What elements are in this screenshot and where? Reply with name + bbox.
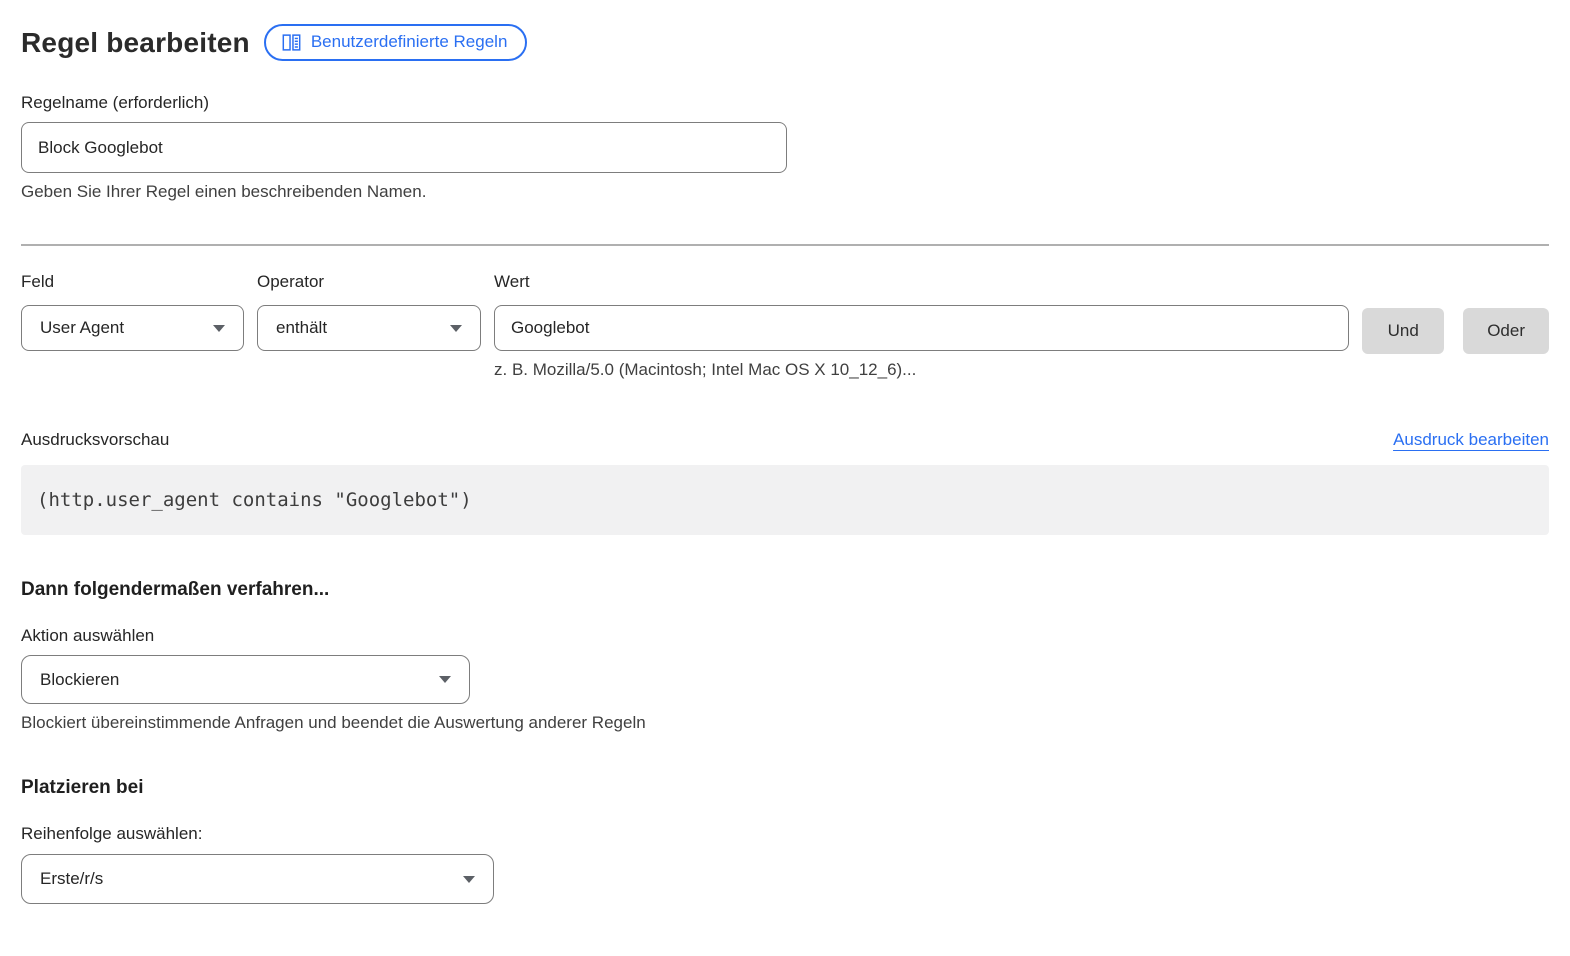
page-header: Regel bearbeiten Benutzerdefinierte Rege… xyxy=(21,24,1549,61)
action-section-heading: Dann folgendermaßen verfahren... xyxy=(21,579,1549,601)
rule-name-input[interactable] xyxy=(21,122,787,173)
action-select-value: Blockieren xyxy=(40,670,119,690)
condition-logic-buttons: Und Oder xyxy=(1362,272,1549,354)
action-select-label: Aktion auswählen xyxy=(21,626,1549,646)
value-label: Wert xyxy=(494,272,1349,292)
value-column: Wert z. B. Mozilla/5.0 (Macintosh; Intel… xyxy=(494,272,1349,380)
field-label: Feld xyxy=(21,272,244,292)
custom-rules-badge[interactable]: Benutzerdefinierte Regeln xyxy=(264,24,528,61)
expression-header: Ausdrucksvorschau Ausdruck bearbeiten xyxy=(21,430,1549,450)
page-title: Regel bearbeiten xyxy=(21,27,250,59)
condition-row: Feld User Agent Operator enthält Wert z.… xyxy=(21,272,1549,380)
operator-label: Operator xyxy=(257,272,481,292)
placement-order-label: Reihenfolge auswählen: xyxy=(21,824,1549,844)
or-button[interactable]: Oder xyxy=(1463,308,1549,354)
field-column: Feld User Agent xyxy=(21,272,244,351)
chevron-down-icon xyxy=(450,325,462,332)
operator-select[interactable]: enthält xyxy=(257,305,481,351)
rule-edit-page: Regel bearbeiten Benutzerdefinierte Rege… xyxy=(0,0,1570,944)
expression-code: (http.user_agent contains "Googlebot") xyxy=(37,489,472,511)
placement-order-value: Erste/r/s xyxy=(40,869,103,889)
action-help: Blockiert übereinstimmende Anfragen und … xyxy=(21,713,1549,733)
field-select-value: User Agent xyxy=(40,318,124,338)
action-select[interactable]: Blockieren xyxy=(21,655,470,704)
rule-name-label: Regelname (erforderlich) xyxy=(21,93,1549,113)
and-button[interactable]: Und xyxy=(1362,308,1444,354)
chevron-down-icon xyxy=(213,325,225,332)
placement-order-select[interactable]: Erste/r/s xyxy=(21,854,494,904)
operator-column: Operator enthält xyxy=(257,272,481,351)
custom-rules-badge-label: Benutzerdefinierte Regeln xyxy=(311,32,508,52)
operator-select-value: enthält xyxy=(276,318,327,338)
expression-preview-box: (http.user_agent contains "Googlebot") xyxy=(21,465,1549,535)
chevron-down-icon xyxy=(463,876,475,883)
value-help: z. B. Mozilla/5.0 (Macintosh; Intel Mac … xyxy=(494,360,1349,380)
open-book-icon xyxy=(281,33,302,52)
expression-preview-label: Ausdrucksvorschau xyxy=(21,430,169,450)
field-select[interactable]: User Agent xyxy=(21,305,244,351)
placement-section-heading: Platzieren bei xyxy=(21,777,1549,799)
section-divider xyxy=(21,244,1549,246)
rule-name-help: Geben Sie Ihrer Regel einen beschreibend… xyxy=(21,182,1549,202)
value-input[interactable] xyxy=(494,305,1349,351)
chevron-down-icon xyxy=(439,676,451,683)
edit-expression-link[interactable]: Ausdruck bearbeiten xyxy=(1393,430,1549,450)
